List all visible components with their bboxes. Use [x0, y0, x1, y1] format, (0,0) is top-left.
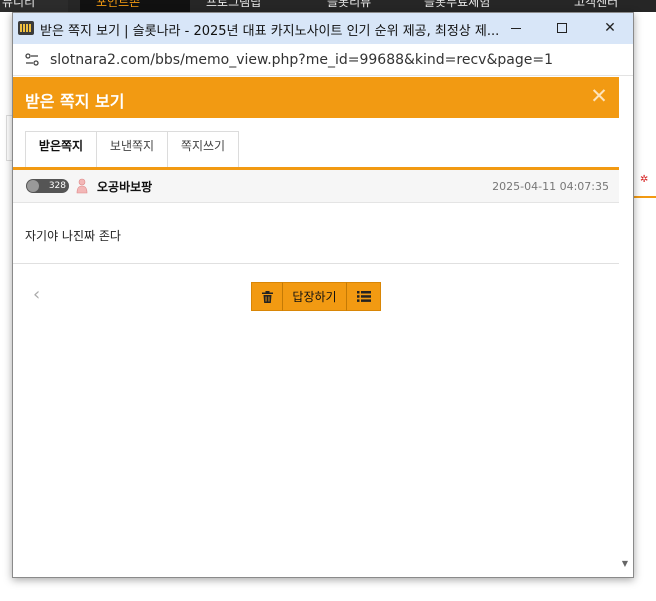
window-title: 받은 쪽지 보기 | 슬롯나라 - 2025년 대표 카지노사이트 인기 순위 …	[40, 24, 500, 39]
popup-window: 받은 쪽지 보기 | 슬롯나라 - 2025년 대표 카지노사이트 인기 순위 …	[12, 12, 634, 578]
divider	[13, 263, 619, 264]
window-close-button[interactable]: ✕	[587, 13, 633, 44]
background-nav-item: 슬롯무료체험	[424, 0, 491, 9]
background-nav-item: 슬롯리뷰	[327, 0, 372, 9]
url-text[interactable]: slotnara2.com/bbs/memo_view.php?me_id=99…	[50, 52, 553, 68]
tab-sent[interactable]: 보낸쪽지	[96, 131, 168, 168]
address-bar[interactable]: slotnara2.com/bbs/memo_view.php?me_id=99…	[13, 44, 633, 76]
user-icon	[76, 178, 88, 194]
minimize-button[interactable]	[493, 13, 539, 44]
maximize-icon	[557, 23, 567, 33]
popup-content: 받은 쪽지 보기 ✕ 받은쪽지 보낸쪽지 쪽지쓰기 328 오공바보팡 2025…	[13, 77, 619, 577]
maximize-button[interactable]	[539, 13, 585, 44]
background-nav-item: 고객센터	[574, 0, 619, 9]
previous-message-button[interactable]: ‹	[33, 286, 47, 304]
background-nav-item: 프로그램팁	[206, 0, 262, 9]
tab-write[interactable]: 쪽지쓰기	[167, 131, 239, 168]
close-icon: ✕	[604, 20, 616, 36]
list-button[interactable]	[347, 282, 381, 311]
message-meta: 328 오공바보팡 2025-04-11 04:07:35	[13, 170, 619, 203]
list-icon	[356, 291, 371, 302]
site-settings-icon[interactable]	[25, 53, 39, 66]
scroll-down-arrow[interactable]: ▼	[620, 559, 630, 569]
window-titlebar[interactable]: 받은 쪽지 보기 | 슬롯나라 - 2025년 대표 카지노사이트 인기 순위 …	[13, 13, 633, 44]
background-right-edge: ✲	[633, 12, 656, 601]
message-body: 자기야 나진짜 존다	[25, 229, 121, 243]
level-badge: 328	[26, 179, 69, 193]
app-icon	[18, 21, 34, 35]
background-nav-item: 뮤니티	[2, 0, 36, 9]
message-date: 2025-04-11 04:07:35	[492, 180, 609, 193]
reply-button[interactable]: 답장하기	[283, 282, 347, 311]
delete-button[interactable]	[251, 282, 283, 311]
gear-icon: ✲	[640, 174, 649, 185]
sender-name[interactable]: 오공바보팡	[97, 178, 152, 195]
trash-icon	[261, 290, 273, 303]
message-actions: 답장하기	[251, 282, 381, 311]
popup-close-button[interactable]: ✕	[588, 85, 610, 107]
background-nav-item: 포인트존	[96, 0, 141, 9]
minimize-icon	[511, 28, 521, 29]
background-nav: 뮤니티 포인트존 프로그램팁 슬롯리뷰 슬롯무료체험 고객센터	[0, 0, 656, 12]
tab-received[interactable]: 받은쪽지	[25, 131, 97, 168]
page-title: 받은 쪽지 보기	[25, 92, 125, 111]
popup-header: 받은 쪽지 보기 ✕	[13, 77, 619, 118]
